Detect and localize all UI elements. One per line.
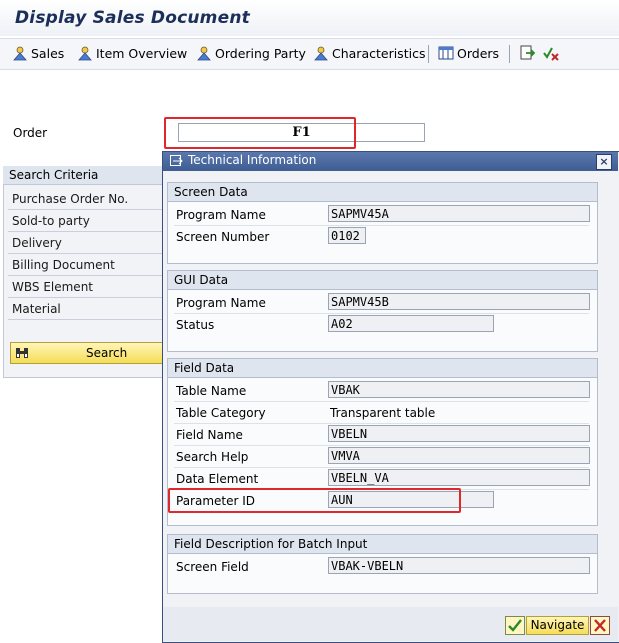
search-help-label: Search Help [176,450,249,464]
screen-field-field[interactable]: VBAK-VBELN [328,557,590,574]
divider [174,401,589,402]
criteria-item-material[interactable]: Material [12,302,61,316]
ordering-party-button[interactable]: Ordering Party [196,45,306,61]
screen-field-label: Screen Field [176,560,249,574]
table-category-label: Table Category [176,406,266,420]
group-gui-data: GUI Data Program Name SAPMV45B Status A0… [167,270,598,352]
divider [8,275,162,276]
divider [174,445,589,446]
divider [8,319,162,320]
screen-number-field[interactable]: 0102 [328,227,366,244]
criteria-item-sold-to-party[interactable]: Sold-to party [12,214,90,228]
divider [174,467,589,468]
check-cross-icon [543,47,559,61]
application-toolbar: Sales Item Overview Ordering Party Chara… [0,38,619,70]
divider [8,253,162,254]
binoculars-icon [16,348,28,358]
divider [174,423,589,424]
toolbar-separator [428,45,429,63]
order-label: Order [13,126,48,140]
criteria-item-delivery[interactable]: Delivery [12,236,62,250]
table-name-label: Table Name [176,384,247,398]
program-name-label: Program Name [176,208,266,222]
divider [174,225,589,226]
table-category-value: Transparent table [330,406,436,420]
person-icon [197,46,211,61]
program-name-field[interactable]: SAPMV45A [328,205,590,222]
group-title: Field Data [174,361,235,375]
search-button[interactable]: Search [10,342,164,364]
navigate-button[interactable]: Navigate [526,616,589,635]
ok-button[interactable] [505,616,525,635]
criteria-item-billing-document[interactable]: Billing Document [12,258,115,272]
gui-program-name-label: Program Name [176,296,266,310]
item-overview-button[interactable]: Item Overview [77,45,187,61]
checkmark-icon [508,619,522,632]
group-screen-data: Screen Data Program Name SAPMV45A Screen… [167,182,598,264]
cancel-button[interactable] [590,616,610,635]
data-element-field[interactable]: VBELN_VA [328,469,590,486]
characteristics-button-label: Characteristics [332,45,426,61]
orders-button-label: Orders [457,45,500,61]
status-field[interactable]: A02 [328,315,494,332]
display-document-button[interactable] [519,45,535,61]
person-icon [13,46,27,61]
criteria-item-purchase-order[interactable]: Purchase Order No. [12,192,128,206]
document-arrow-icon [520,45,535,60]
order-highlight-box [164,117,356,149]
sales-button[interactable]: Sales [12,45,64,61]
sales-button-label: Sales [31,45,65,61]
person-icon [314,46,328,61]
status-label: Status [176,318,215,332]
table-name-field[interactable]: VBAK [328,381,590,398]
close-icon[interactable]: × [596,154,612,170]
group-title: GUI Data [174,273,229,287]
group-header [168,271,597,290]
gui-program-name-field[interactable]: SAPMV45B [328,293,590,310]
screen-number-label: Screen Number [176,230,270,244]
group-batch-input: Field Description for Batch Input Screen… [167,534,598,594]
person-icon [78,46,92,61]
orders-icon [438,46,454,60]
field-name-field[interactable]: VBELN [328,425,590,442]
parameter-id-highlight-box [168,488,461,513]
data-element-label: Data Element [176,472,259,486]
criteria-item-wbs-element[interactable]: WBS Element [12,280,93,294]
search-help-field[interactable]: VMVA [328,447,590,464]
orders-button[interactable]: Orders [438,45,499,61]
ordering-party-button-label: Ordering Party [215,45,306,61]
divider [8,297,162,298]
cancel-selection-button[interactable] [543,45,559,61]
characteristics-button[interactable]: Characteristics [313,45,425,61]
search-button-label: Search [86,346,128,360]
close-icon [594,619,606,632]
toolbar-separator [509,45,510,63]
page-title: Display Sales Document [15,8,250,28]
divider [8,231,162,232]
divider [174,313,589,314]
search-criteria-title: Search Criteria [9,168,99,182]
field-name-label: Field Name [176,428,243,442]
item-overview-button-label: Item Overview [96,45,188,61]
group-title: Screen Data [174,185,248,199]
dialog-title: Technical Information [188,153,317,167]
dialog-window-icon [170,155,183,166]
divider [8,209,162,210]
group-title: Field Description for Batch Input [174,537,368,551]
